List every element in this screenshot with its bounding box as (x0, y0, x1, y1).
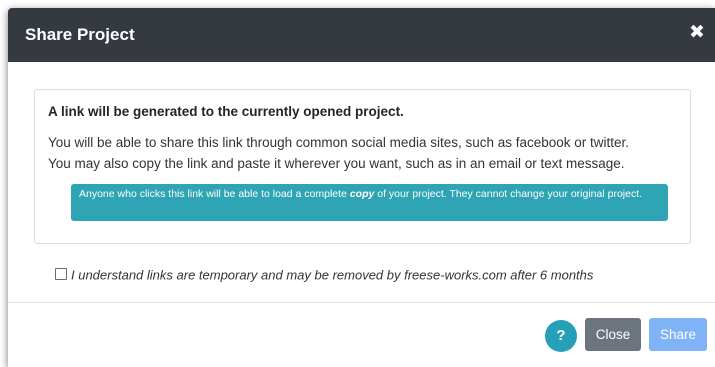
dialog-footer: ? Close Share (8, 302, 715, 367)
agreement-row: I understand links are temporary and may… (55, 266, 593, 282)
card-text-line-2: You may also copy the link and paste it … (48, 156, 625, 171)
copy-notice-prefix: Anyone who clicks this link will be able… (79, 188, 350, 200)
info-card: A link will be generated to the currentl… (34, 89, 691, 244)
close-icon[interactable]: ✖ (687, 22, 707, 44)
card-heading: A link will be generated to the currentl… (48, 104, 404, 119)
share-project-dialog: Share Project ✖ A link will be generated… (8, 8, 715, 367)
agreement-label[interactable]: I understand links are temporary and may… (71, 267, 593, 282)
copy-notice-suffix: of your project. They cannot change your… (374, 188, 643, 200)
copy-notice-alert: Anyone who clicks this link will be able… (71, 184, 668, 221)
card-text-line-1: You will be able to share this link thro… (48, 135, 630, 150)
share-button[interactable]: Share (649, 318, 707, 351)
dialog-header: Share Project ✖ (8, 8, 715, 62)
help-button[interactable]: ? (545, 320, 577, 352)
agreement-checkbox[interactable] (55, 267, 67, 280)
copy-notice-emphasis: copy (349, 188, 375, 200)
close-button[interactable]: Close (585, 318, 641, 351)
dialog-body: A link will be generated to the currentl… (8, 62, 715, 302)
dialog-title: Share Project (25, 25, 135, 44)
card-description: You will be able to share this link thro… (48, 132, 629, 174)
